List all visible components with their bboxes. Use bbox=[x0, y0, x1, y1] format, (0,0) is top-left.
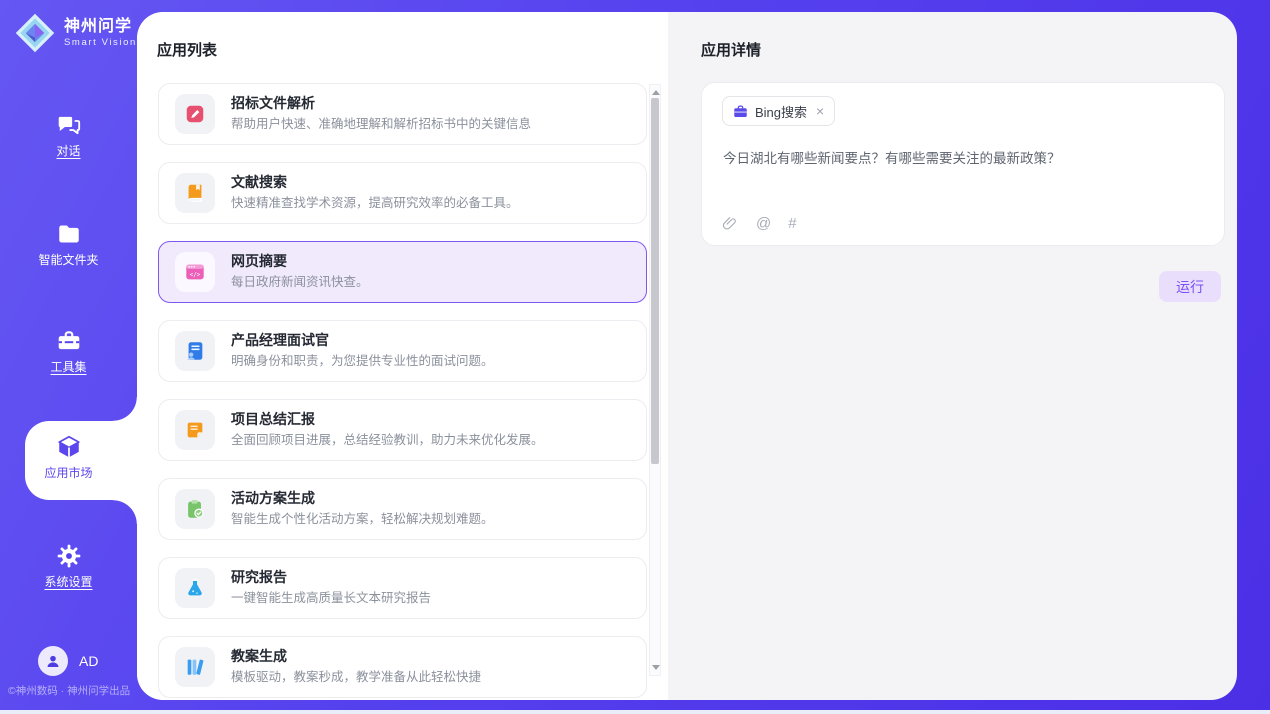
app-list-item-literature-search[interactable]: 文献搜索 快速精准查找学术资源，提高研究效率的必备工具。 bbox=[158, 162, 647, 224]
tool-tag-bing-search[interactable]: Bing搜索 × bbox=[722, 96, 835, 126]
app-desc: 帮助用户快速、准确地理解和解析招标书中的关键信息 bbox=[231, 117, 531, 132]
sidebar: 神州问学 Smart Vision 对话 智能文件夹 bbox=[0, 0, 137, 710]
app-list-item-bid-analysis[interactable]: 招标文件解析 帮助用户快速、准确地理解和解析招标书中的关键信息 bbox=[158, 83, 647, 145]
app-list-title: 应用列表 bbox=[157, 39, 217, 60]
folder-icon bbox=[56, 221, 82, 247]
app-title: 产品经理面试官 bbox=[231, 333, 494, 348]
user-name: AD bbox=[79, 653, 98, 669]
app-icon-tile bbox=[175, 331, 215, 371]
lesson-books-icon bbox=[184, 656, 206, 678]
app-title: 活动方案生成 bbox=[231, 491, 494, 506]
app-icon-tile bbox=[175, 647, 215, 687]
bid-document-edit-icon bbox=[184, 103, 206, 125]
app-list-item-pm-interviewer[interactable]: 产品经理面试官 明确身份和职责，为您提供专业性的面试问题。 bbox=[158, 320, 647, 382]
avatar bbox=[38, 646, 68, 676]
scrollbar-thumb[interactable] bbox=[651, 98, 659, 464]
sidebar-item-system-settings[interactable]: 系统设置 bbox=[0, 543, 137, 588]
svg-text:</>: </> bbox=[190, 271, 201, 278]
app-icon-tile bbox=[175, 568, 215, 608]
app-list-item-project-summary[interactable]: 项目总结汇报 全面回顾项目进展，总结经验教训，助力未来优化发展。 bbox=[158, 399, 647, 461]
research-flask-icon bbox=[184, 577, 206, 599]
brand-name: 神州问学 bbox=[64, 18, 137, 36]
app-title: 文献搜索 bbox=[231, 175, 519, 190]
sidebar-item-label: 工具集 bbox=[50, 361, 86, 373]
interviewer-doc-icon bbox=[184, 340, 206, 362]
app-title: 招标文件解析 bbox=[231, 96, 531, 111]
app-detail-title: 应用详情 bbox=[701, 39, 761, 60]
app-desc: 一键智能生成高质量长文本研究报告 bbox=[231, 591, 431, 606]
user-account[interactable]: AD bbox=[38, 646, 98, 676]
prompt-card: Bing搜索 × 今日湖北有哪些新闻要点？有哪些需要关注的最新政策？ @ # bbox=[701, 82, 1225, 246]
app-desc: 每日政府新闻资讯快查。 bbox=[231, 275, 369, 290]
app-title: 研究报告 bbox=[231, 570, 431, 585]
app-desc: 智能生成个性化活动方案，轻松解决规划难题。 bbox=[231, 512, 494, 527]
plan-clipboard-icon bbox=[184, 498, 206, 520]
topic-hash-icon[interactable]: # bbox=[788, 216, 796, 231]
app-title: 网页摘要 bbox=[231, 254, 369, 269]
prompt-text-input[interactable]: 今日湖北有哪些新闻要点？有哪些需要关注的最新政策？ bbox=[723, 149, 1200, 169]
cube-icon bbox=[56, 434, 82, 460]
active-nav-bubble-curve-bottom bbox=[113, 500, 137, 524]
briefcase-icon bbox=[733, 104, 748, 119]
brand-logo: 神州问学 Smart Vision bbox=[13, 11, 137, 55]
active-nav-bubble-curve-top bbox=[113, 397, 137, 421]
attachment-icon[interactable] bbox=[722, 215, 739, 232]
app-desc: 快速精准查找学术资源，提高研究效率的必备工具。 bbox=[231, 196, 519, 211]
sidebar-item-smart-folder[interactable]: 智能文件夹 bbox=[0, 221, 137, 266]
summary-note-icon bbox=[184, 419, 206, 441]
gear-icon bbox=[56, 543, 82, 569]
sidebar-item-label: 智能文件夹 bbox=[38, 254, 98, 266]
app-list-panel: 应用列表 招标文件解析 帮助用户快速、准确地理解和解析招标书中的关键信息 bbox=[137, 12, 668, 700]
copyright-text: ©神州数码 · 神州问学出品 bbox=[8, 683, 130, 698]
app-list-item-webpage-summary[interactable]: </> 网页摘要 每日政府新闻资讯快查。 bbox=[158, 241, 647, 303]
sidebar-item-toolset[interactable]: 工具集 bbox=[0, 328, 137, 373]
sidebar-item-chat[interactable]: 对话 bbox=[0, 112, 137, 157]
run-button[interactable]: 运行 bbox=[1159, 271, 1221, 302]
toolbox-icon bbox=[56, 328, 82, 354]
sidebar-item-label: 系统设置 bbox=[44, 576, 92, 588]
scrollbar-up-arrow-icon[interactable] bbox=[652, 90, 660, 95]
app-list: 招标文件解析 帮助用户快速、准确地理解和解析招标书中的关键信息 文献搜索 bbox=[158, 83, 647, 700]
app-list-item-event-plan[interactable]: 活动方案生成 智能生成个性化活动方案，轻松解决规划难题。 bbox=[158, 478, 647, 540]
app-icon-tile bbox=[175, 173, 215, 213]
gem-logo-icon bbox=[13, 11, 57, 55]
app-desc: 模板驱动，教案秒成，教学准备从此轻松快捷 bbox=[231, 670, 481, 685]
app-list-item-research-report[interactable]: 研究报告 一键智能生成高质量长文本研究报告 bbox=[158, 557, 647, 619]
sidebar-item-label: 应用市场 bbox=[44, 467, 92, 479]
brand-tagline: Smart Vision bbox=[64, 37, 137, 48]
literature-book-icon bbox=[184, 182, 206, 204]
tool-tag-close-icon[interactable]: × bbox=[816, 104, 824, 118]
chat-icon bbox=[56, 112, 82, 138]
sidebar-item-app-market[interactable]: 应用市场 bbox=[0, 434, 137, 479]
sidebar-item-label: 对话 bbox=[56, 145, 80, 157]
tool-tag-label: Bing搜索 bbox=[755, 102, 807, 121]
app-desc: 明确身份和职责，为您提供专业性的面试问题。 bbox=[231, 354, 494, 369]
app-list-scrollbar[interactable] bbox=[649, 84, 661, 676]
app-icon-tile bbox=[175, 410, 215, 450]
content-card: 应用列表 招标文件解析 帮助用户快速、准确地理解和解析招标书中的关键信息 bbox=[137, 12, 1237, 700]
app-desc: 全面回顾项目进展，总结经验教训，助力未来优化发展。 bbox=[231, 433, 544, 448]
bottom-strip bbox=[0, 710, 1270, 714]
app-icon-tile bbox=[175, 94, 215, 134]
app-title: 教案生成 bbox=[231, 649, 481, 664]
app-icon-tile: </> bbox=[175, 252, 215, 292]
app-icon-tile bbox=[175, 489, 215, 529]
app-detail-panel: 应用详情 Bing搜索 × 今日湖北有哪些新闻要点？有哪些需要关注的最新政策？ bbox=[668, 12, 1237, 700]
scrollbar-down-arrow-icon[interactable] bbox=[652, 665, 660, 670]
mention-icon[interactable]: @ bbox=[756, 216, 771, 231]
person-icon bbox=[45, 653, 61, 669]
webpage-code-icon: </> bbox=[184, 261, 206, 283]
app-list-item-lesson-plan[interactable]: 教案生成 模板驱动，教案秒成，教学准备从此轻松快捷 bbox=[158, 636, 647, 698]
composer-toolbar: @ # bbox=[722, 215, 797, 232]
app-title: 项目总结汇报 bbox=[231, 412, 544, 427]
